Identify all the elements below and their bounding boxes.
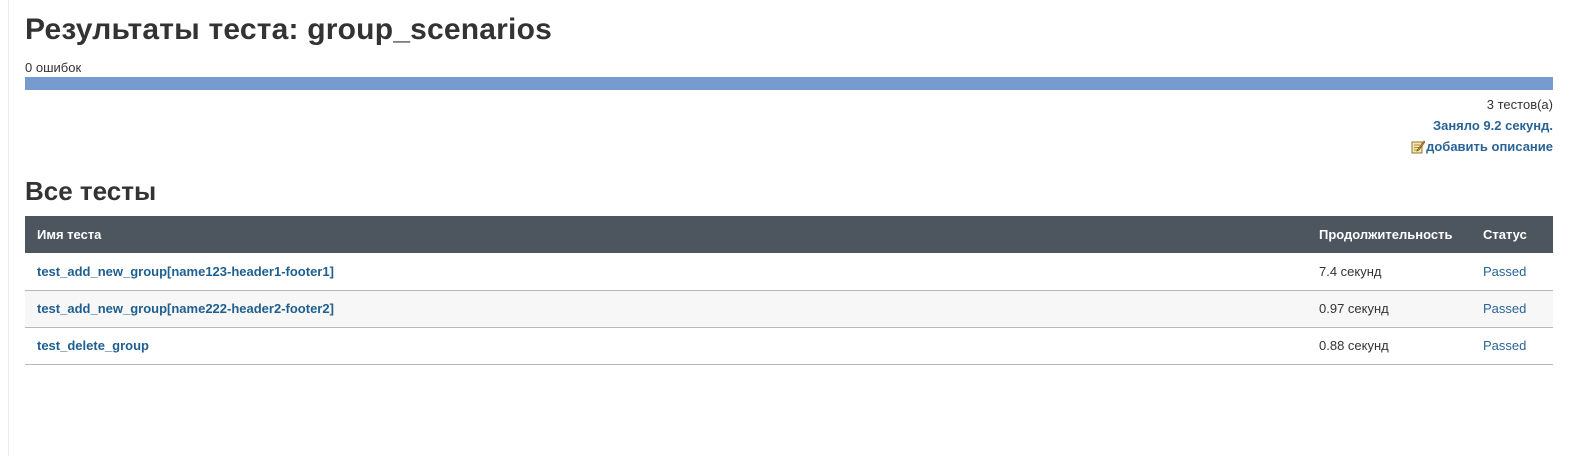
report-page: Результаты теста: group_scenarios 0 ошиб… bbox=[0, 0, 1590, 456]
table-row: test_add_new_group[name222-header2-foote… bbox=[25, 290, 1553, 327]
edit-note-icon bbox=[1411, 140, 1426, 153]
left-divider bbox=[8, 0, 9, 456]
test-name-cell: test_add_new_group[name222-header2-foote… bbox=[25, 290, 1307, 327]
add-description-link[interactable]: добавить описание bbox=[1411, 136, 1553, 157]
column-header-name[interactable]: Имя теста bbox=[25, 216, 1307, 253]
table-row: test_delete_group 0.88 секунд Passed bbox=[25, 327, 1553, 364]
table-header-row: Имя теста Продолжительность Статус bbox=[25, 216, 1553, 253]
section-title: Все тесты bbox=[25, 176, 157, 206]
total-duration: Заняло 9.2 секунд. bbox=[1432, 118, 1553, 133]
test-name-link[interactable]: test_delete_group bbox=[37, 338, 149, 353]
test-name-link[interactable]: test_add_new_group[name123-header1-foote… bbox=[37, 264, 334, 279]
column-header-duration[interactable]: Продолжительность bbox=[1307, 216, 1471, 253]
summary-block: 3 тестов(а) Заняло 9.2 секунд. добавить … bbox=[1411, 94, 1553, 160]
test-name-cell: test_delete_group bbox=[25, 327, 1307, 364]
progress-bar bbox=[25, 77, 1553, 90]
column-header-status[interactable]: Статус bbox=[1471, 216, 1553, 253]
add-description-label: добавить описание bbox=[1426, 139, 1553, 154]
duration-cell: 7.4 секунд bbox=[1319, 263, 1382, 279]
progress-fill bbox=[25, 77, 1553, 90]
status-cell: Passed bbox=[1483, 301, 1527, 316]
page-title: Результаты теста: group_scenarios bbox=[25, 13, 553, 46]
test-name-cell: test_add_new_group[name123-header1-foote… bbox=[25, 253, 1307, 290]
test-name-link[interactable]: test_add_new_group[name222-header2-foote… bbox=[37, 301, 334, 316]
error-count: 0 ошибок bbox=[25, 60, 82, 75]
table-row: test_add_new_group[name123-header1-foote… bbox=[25, 253, 1553, 290]
duration-cell: 0.97 секунд bbox=[1319, 301, 1389, 316]
test-count: 3 тестов(а) bbox=[1486, 97, 1553, 112]
status-cell: Passed bbox=[1483, 263, 1527, 279]
duration-cell: 0.88 секунд bbox=[1319, 338, 1389, 353]
results-table: Имя теста Продолжительность Статус test_… bbox=[25, 216, 1553, 365]
status-cell: Passed bbox=[1483, 338, 1527, 353]
